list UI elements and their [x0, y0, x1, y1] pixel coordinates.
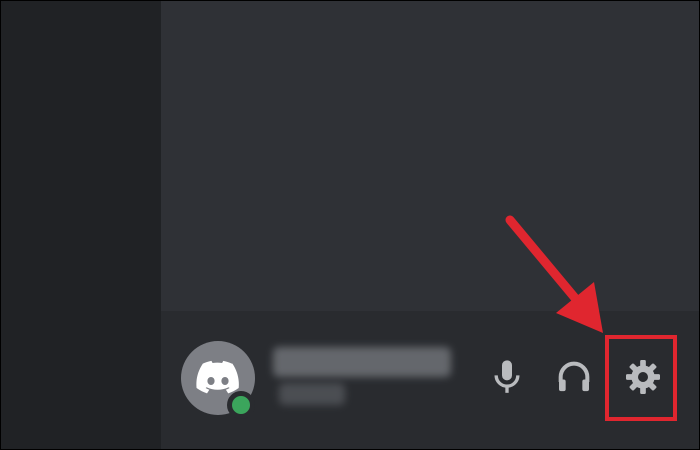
settings-highlight-box: [605, 335, 677, 421]
discord-window: username #0000: [0, 0, 700, 450]
microphone-button[interactable]: [479, 349, 535, 405]
server-sidebar: [1, 1, 161, 449]
headphones-button[interactable]: [546, 349, 602, 405]
status-online-indicator: [227, 391, 255, 419]
user-panel: username #0000: [161, 311, 699, 449]
channel-list: [161, 1, 699, 311]
user-tag-blurred: #0000: [279, 383, 345, 405]
microphone-icon: [494, 360, 520, 393]
headphones-icon: [558, 361, 590, 392]
username-blurred: username: [273, 347, 451, 377]
